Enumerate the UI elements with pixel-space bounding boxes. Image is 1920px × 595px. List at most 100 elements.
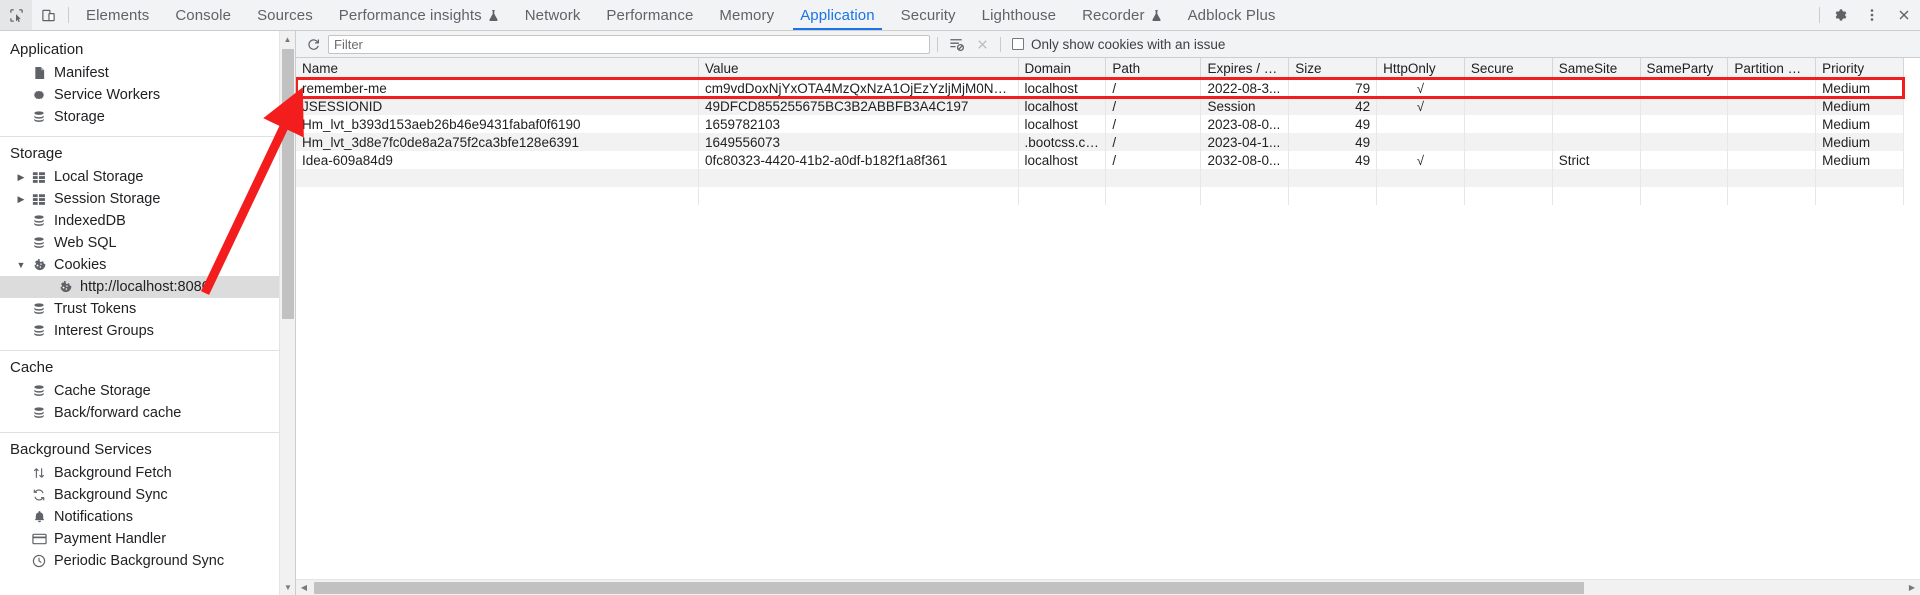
filter-input[interactable] [328, 34, 930, 54]
tab-security[interactable]: Security [888, 0, 969, 30]
column-header-httponly[interactable]: HttpOnly [1376, 58, 1465, 80]
sidebar-item-background-fetch[interactable]: ▶Background Fetch [0, 462, 295, 484]
tab-lighthouse[interactable]: Lighthouse [969, 0, 1069, 30]
tab-recorder[interactable]: Recorder [1069, 0, 1175, 30]
cookies-panel: Only show cookies with an issue NameValu… [296, 31, 1920, 595]
cell-name: remember-me [296, 79, 699, 97]
table-filler-row [296, 169, 1904, 187]
cell-name: Hm_lvt_3d8e7fc0de8a2a75f2ca3bfe128e6391 [296, 133, 699, 151]
sidebar-item-cache-storage[interactable]: ▶Cache Storage [0, 380, 295, 402]
scroll-right-arrow-icon[interactable]: ▶ [1904, 580, 1920, 595]
database-icon [28, 406, 50, 420]
sidebar-scrollbar-thumb[interactable] [282, 49, 294, 319]
cell-httponly [1376, 133, 1465, 151]
column-header-partition-key[interactable]: Partition Key [1727, 58, 1817, 80]
cell-priority: Medium [1815, 79, 1904, 97]
toolbar-divider-right [1819, 7, 1820, 23]
tab-adblock-plus[interactable]: Adblock Plus [1175, 0, 1289, 30]
devtools-tab-strip: Elements Console Sources Performance insigh… [73, 0, 1289, 30]
sidebar-item-periodic-background-sync[interactable]: ▶Periodic Background Sync [0, 550, 295, 572]
scroll-down-arrow-icon[interactable]: ▼ [280, 579, 295, 595]
tab-console[interactable]: Console [162, 0, 244, 30]
sidebar-item-interest-groups[interactable]: ▶Interest Groups [0, 320, 295, 342]
sidebar-item-service-workers[interactable]: ▶Service Workers [0, 84, 295, 106]
sidebar-item-label: Cache Storage [54, 383, 151, 399]
device-toolbar-icon[interactable] [32, 0, 64, 30]
cell-size: 49 [1288, 133, 1378, 151]
close-icon[interactable] [1888, 0, 1920, 30]
cell-expires: 2023-08-0... [1200, 115, 1290, 133]
column-header-sameparty[interactable]: SameParty [1640, 58, 1729, 80]
checkbox-box[interactable] [1012, 38, 1024, 50]
gear-icon[interactable] [1824, 0, 1856, 30]
credit-card-icon [28, 533, 50, 545]
tab-network[interactable]: Network [512, 0, 594, 30]
sidebar-item-web-sql[interactable]: ▶Web SQL [0, 232, 295, 254]
table-row[interactable]: Hm_lvt_3d8e7fc0de8a2a75f2ca3bfe128e6391 1… [296, 133, 1904, 151]
tab-elements[interactable]: Elements [73, 0, 162, 30]
sidebar-item-label: Background Sync [54, 487, 168, 503]
scroll-left-arrow-icon[interactable]: ◀ [296, 580, 312, 595]
horizontal-scrollbar-thumb[interactable] [314, 582, 1584, 594]
table-row[interactable]: Hm_lvt_b393d153aeb26b46e9431fabaf0f6190 1… [296, 115, 1904, 133]
sidebar-item-label: Manifest [54, 65, 109, 81]
sidebar-item-notifications[interactable]: ▶Notifications [0, 506, 295, 528]
sidebar-item-trust-tokens[interactable]: ▶Trust Tokens [0, 298, 295, 320]
cookies-table-wrap: Name Value Domain Path Expires / M... Size Htt… [296, 58, 1920, 579]
table-row[interactable]: remember-me cm9vdDoxNjYxOTA4MzQxNzA1OjEzY… [296, 79, 1904, 97]
tab-application[interactable]: Application [787, 0, 887, 30]
column-header-priority[interactable]: Priority [1815, 58, 1904, 80]
chevron-right-icon[interactable]: ▶ [14, 194, 28, 205]
tab-performance-insights[interactable]: Performance insights [326, 0, 512, 30]
column-header-secure[interactable]: Secure [1464, 58, 1553, 80]
column-header-value[interactable]: Value [698, 58, 1019, 80]
sidebar-item-payment-handler[interactable]: ▶Payment Handler [0, 528, 295, 550]
sidebar-item-manifest[interactable]: ▶Manifest [0, 62, 295, 84]
chevron-right-icon[interactable]: ▶ [14, 172, 28, 183]
sidebar-item-background-sync[interactable]: ▶Background Sync [0, 484, 295, 506]
column-header-path[interactable]: Path [1105, 58, 1202, 80]
tab-sources[interactable]: Sources [244, 0, 326, 30]
sidebar-item-session-storage[interactable]: ▶ Session Storage [0, 188, 295, 210]
filter-bar-divider-2 [1000, 36, 1001, 52]
sidebar-item-local-storage[interactable]: ▶ Local Storage [0, 166, 295, 188]
tab-label: Memory [719, 6, 775, 24]
cell-httponly: √ [1376, 151, 1465, 169]
chevron-down-icon[interactable]: ▼ [14, 260, 28, 270]
tab-memory[interactable]: Memory [706, 0, 787, 30]
clear-all-cookies-icon[interactable] [969, 33, 995, 56]
tab-label: Sources [257, 6, 313, 24]
sidebar-vertical-scrollbar[interactable]: ▲ ▼ [279, 31, 295, 595]
tab-label: Adblock Plus [1187, 6, 1276, 24]
sidebar-item-indexeddb[interactable]: ▶IndexedDB [0, 210, 295, 232]
kebab-menu-icon[interactable] [1856, 0, 1888, 30]
sidebar-item-label: Periodic Background Sync [54, 553, 225, 569]
scroll-up-arrow-icon[interactable]: ▲ [280, 31, 295, 47]
table-row[interactable]: Idea-609a84d9 0fc80323-4420-41b2-a0df-b18… [296, 151, 1904, 169]
cell-path: / [1105, 151, 1202, 169]
cell-secure [1464, 79, 1553, 97]
only-show-issues-checkbox[interactable]: Only show cookies with an issue [1012, 37, 1225, 52]
clear-filters-icon[interactable] [943, 33, 969, 56]
sidebar-item-storage[interactable]: ▶Storage [0, 106, 295, 128]
tab-label: Security [900, 6, 956, 24]
sidebar-item-label: IndexedDB [54, 213, 126, 229]
sidebar-item-back-forward-cache[interactable]: ▶Back/forward cache [0, 402, 295, 424]
column-header-name[interactable]: Name [296, 58, 699, 80]
inspect-element-icon[interactable] [0, 0, 32, 30]
table-horizontal-scrollbar[interactable]: ◀ ▶ [296, 579, 1920, 595]
sidebar-item-http-localhost-8080[interactable]: ▶http://localhost:8080 [0, 276, 295, 298]
sidebar-item-cookies[interactable]: ▼ Cookies [0, 254, 295, 276]
cell-sameparty [1640, 115, 1729, 133]
database-icon [28, 236, 50, 250]
tab-performance[interactable]: Performance [593, 0, 706, 30]
column-header-domain[interactable]: Domain [1018, 58, 1107, 80]
cell-domain: localhost [1018, 97, 1107, 115]
sidebar-section-divider [0, 432, 295, 433]
column-header-samesite[interactable]: SameSite [1552, 58, 1641, 80]
column-header-size[interactable]: Size [1288, 58, 1378, 80]
table-row[interactable]: JSESSIONID 49DFCD855255675BC3B2ABBFB3A4C1… [296, 97, 1904, 115]
column-header-expires-m[interactable]: Expires / M... [1200, 58, 1290, 80]
refresh-icon[interactable] [300, 33, 326, 56]
